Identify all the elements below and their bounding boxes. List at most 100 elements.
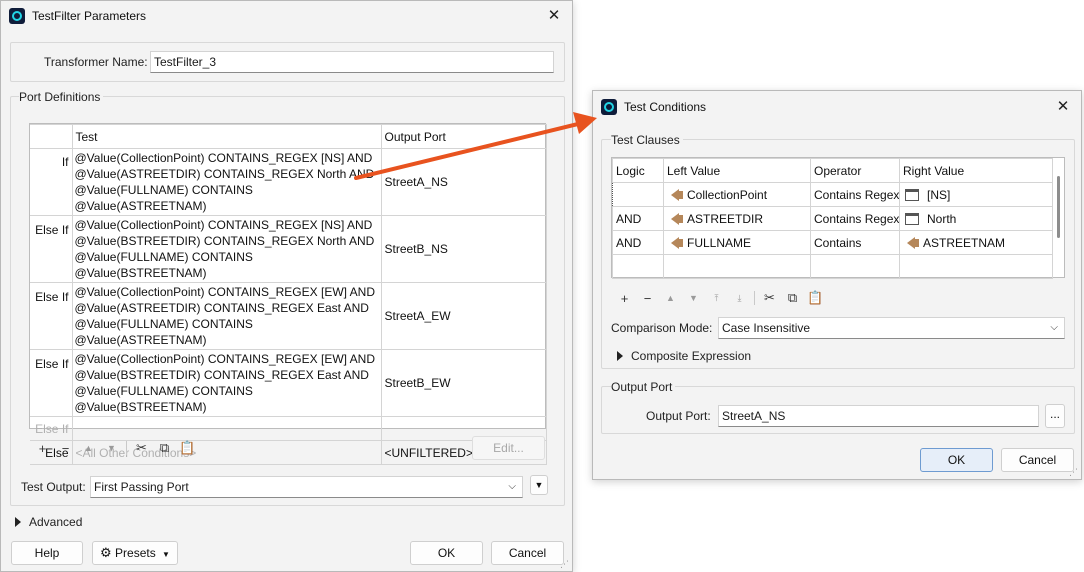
output-port-cell[interactable]: StreetA_NS <box>380 148 547 216</box>
toolbar-separator <box>754 291 755 305</box>
constant-value-icon <box>905 212 919 225</box>
row-logic-label: Else If <box>30 349 73 417</box>
cut-icon[interactable]: ✂ <box>130 440 153 456</box>
left-value-text: CollectionPoint <box>687 187 768 202</box>
remove-icon[interactable]: − <box>636 291 659 306</box>
browse-button[interactable]: ... <box>1045 404 1065 428</box>
move-top-icon[interactable]: ⤒ <box>705 293 728 304</box>
logic-cell[interactable] <box>612 254 664 279</box>
right-value-cell[interactable]: [NS] <box>899 182 1053 207</box>
table-header-row: Test Output Port <box>30 124 547 149</box>
table-row-empty[interactable] <box>612 254 1053 279</box>
move-down-icon[interactable]: ▼ <box>100 443 123 453</box>
logic-column-header[interactable]: Logic <box>612 158 664 183</box>
output-port-column-header[interactable]: Output Port <box>380 124 547 149</box>
testfilter-parameters-dialog: TestFilter Parameters ✕ Transformer Name… <box>0 0 573 572</box>
left-value-cell[interactable]: CollectionPoint <box>663 182 811 207</box>
table-row[interactable]: AND ASTREETDIR Contains Regex North <box>612 206 1053 231</box>
composite-expression-toggle[interactable]: Composite Expression <box>617 349 751 363</box>
table-row[interactable]: Else If @Value(CollectionPoint) CONTAINS… <box>30 349 547 417</box>
right-value-cell[interactable]: ASTREETNAM <box>899 230 1053 255</box>
operator-cell[interactable]: Contains Regex <box>810 182 900 207</box>
test-output-menu-button[interactable]: ▼ <box>530 475 548 495</box>
add-icon[interactable]: + <box>31 441 54 456</box>
operator-cell[interactable]: Contains <box>810 230 900 255</box>
logic-cell[interactable] <box>612 182 664 207</box>
move-bottom-icon[interactable]: ⤓ <box>728 293 751 304</box>
test-output-select[interactable]: First Passing Port ⌵ <box>90 476 523 498</box>
title-bar: TestFilter Parameters ✕ <box>1 1 572 31</box>
left-value-text: ASTREETDIR <box>687 211 764 226</box>
expand-arrow-icon <box>617 351 623 361</box>
test-cell[interactable]: @Value(CollectionPoint) CONTAINS_REGEX [… <box>71 215 382 283</box>
composite-expression-label: Composite Expression <box>631 349 752 363</box>
test-conditions-dialog: Test Conditions ✕ Test Clauses Logic Lef… <box>592 90 1082 480</box>
table-row[interactable]: If @Value(CollectionPoint) CONTAINS_REGE… <box>30 148 547 216</box>
cancel-button[interactable]: Cancel <box>491 541 564 565</box>
output-port-label: Output Port: <box>646 409 711 423</box>
cancel-button[interactable]: Cancel <box>1001 448 1074 472</box>
output-port-cell[interactable]: StreetB_EW <box>380 349 547 417</box>
left-value-cell[interactable]: ASTREETDIR <box>663 206 811 231</box>
close-icon[interactable]: ✕ <box>1053 97 1073 117</box>
chevron-down-icon: ⌵ <box>1050 322 1058 333</box>
table-row[interactable]: CollectionPoint Contains Regex [NS] <box>612 182 1053 207</box>
move-up-icon[interactable]: ▲ <box>77 443 100 453</box>
output-port-cell[interactable]: StreetA_EW <box>380 282 547 350</box>
operator-column-header[interactable]: Operator <box>810 158 900 183</box>
output-port-cell[interactable]: StreetB_NS <box>380 215 547 283</box>
table-row-empty[interactable]: Else If <box>30 416 547 441</box>
port-toolbar: + − ▲ ▼ ✂ ⧉ 📋 <box>31 439 199 457</box>
move-up-icon[interactable]: ▲ <box>659 293 682 303</box>
right-value-cell[interactable] <box>899 254 1053 279</box>
paste-icon[interactable]: 📋 <box>176 440 199 456</box>
test-cell[interactable] <box>71 416 382 441</box>
attribute-icon <box>671 212 683 225</box>
vertical-scrollbar[interactable] <box>1057 176 1060 238</box>
copy-icon[interactable]: ⧉ <box>781 290 804 306</box>
test-column-header[interactable]: Test <box>71 124 382 149</box>
left-value-cell[interactable]: FULLNAME <box>663 230 811 255</box>
operator-cell[interactable]: Contains Regex <box>810 206 900 231</box>
logic-cell[interactable]: AND <box>612 206 664 231</box>
cut-icon[interactable]: ✂ <box>758 290 781 306</box>
logic-cell[interactable]: AND <box>612 230 664 255</box>
output-port-input[interactable]: StreetA_NS <box>718 405 1039 427</box>
test-output-label: Test Output: <box>21 480 86 494</box>
attribute-icon <box>671 236 683 249</box>
attribute-icon <box>671 188 683 201</box>
row-logic-label: Else If <box>30 215 73 283</box>
operator-cell[interactable] <box>810 254 900 279</box>
move-down-icon[interactable]: ▼ <box>682 293 705 303</box>
add-icon[interactable]: + <box>613 291 636 306</box>
left-value-column-header[interactable]: Left Value <box>663 158 811 183</box>
remove-icon[interactable]: − <box>54 441 77 456</box>
presets-button[interactable]: ⚙ Presets ▼ <box>92 541 178 565</box>
right-value-text: North <box>927 211 957 226</box>
ok-button[interactable]: OK <box>410 541 483 565</box>
table-row[interactable]: Else If @Value(CollectionPoint) CONTAINS… <box>30 215 547 283</box>
transformer-name-input[interactable]: TestFilter_3 <box>150 51 554 73</box>
advanced-section-toggle[interactable]: Advanced <box>15 515 82 529</box>
test-cell[interactable]: @Value(CollectionPoint) CONTAINS_REGEX [… <box>71 349 382 417</box>
copy-icon[interactable]: ⧉ <box>153 440 176 456</box>
right-value-column-header[interactable]: Right Value <box>899 158 1053 183</box>
edit-button[interactable]: Edit... <box>472 436 545 460</box>
test-cell[interactable]: @Value(CollectionPoint) CONTAINS_REGEX [… <box>71 282 382 350</box>
paste-icon[interactable]: 📋 <box>804 290 827 306</box>
help-button[interactable]: Help <box>11 541 83 565</box>
left-value-cell[interactable] <box>663 254 811 279</box>
ok-button[interactable]: OK <box>920 448 993 472</box>
table-row[interactable]: Else If @Value(CollectionPoint) CONTAINS… <box>30 282 547 350</box>
table-header-row: Logic Left Value Operator Right Value <box>612 158 1053 183</box>
transformer-name-label: Transformer Name: <box>44 55 148 69</box>
resize-grip-icon[interactable]: ⋰ <box>1069 468 1078 477</box>
close-icon[interactable]: ✕ <box>544 6 564 26</box>
test-output-value: First Passing Port <box>94 480 189 494</box>
test-cell[interactable]: @Value(CollectionPoint) CONTAINS_REGEX [… <box>71 148 382 216</box>
right-value-text: ASTREETNAM <box>923 235 1006 250</box>
right-value-cell[interactable]: North <box>899 206 1053 231</box>
table-row[interactable]: AND FULLNAME Contains ASTREETNAM <box>612 230 1053 255</box>
resize-grip-icon[interactable]: ⋰ <box>560 560 569 569</box>
comparison-mode-select[interactable]: Case Insensitive ⌵ <box>718 317 1065 339</box>
